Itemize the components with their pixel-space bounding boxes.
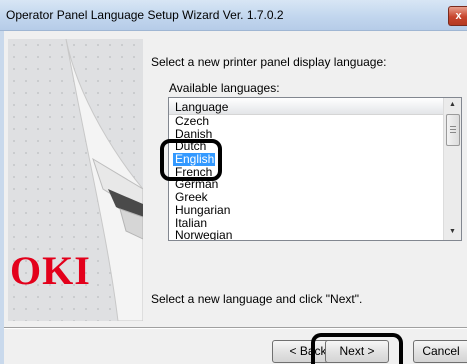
grip-line — [450, 129, 456, 130]
list-item-german[interactable]: German — [173, 178, 441, 191]
close-button[interactable]: x — [448, 6, 467, 26]
list-item-greek[interactable]: Greek — [173, 191, 441, 204]
scroll-thumb[interactable] — [446, 114, 460, 146]
scroll-down-arrow-icon[interactable]: ▼ — [444, 225, 461, 239]
grip-line — [450, 126, 456, 127]
column-header-label: Language — [175, 100, 229, 114]
grip-line — [450, 132, 456, 133]
footer-divider — [4, 327, 467, 329]
list-item-hungarian[interactable]: Hungarian — [173, 204, 441, 217]
close-icon: x — [455, 10, 462, 22]
scroll-up-arrow-icon[interactable]: ▲ — [444, 98, 461, 112]
list-item-czech[interactable]: Czech — [173, 115, 441, 128]
wizard-body: OKI Select a new printer panel display l… — [4, 31, 467, 364]
window-title: Operator Panel Language Setup Wizard Ver… — [6, 8, 284, 22]
instruction-text: Select a new language and click "Next". — [151, 292, 363, 306]
oki-logo: OKI — [10, 248, 91, 293]
language-list[interactable]: Language Czech Danish Dutch English Fren… — [168, 97, 462, 241]
list-scrollbar[interactable]: ▲ ▼ — [443, 98, 461, 240]
language-items: Czech Danish Dutch English French German… — [173, 115, 441, 240]
cancel-button[interactable]: Cancel — [413, 340, 467, 363]
title-bar[interactable]: Operator Panel Language Setup Wizard Ver… — [0, 0, 467, 31]
printer-illustration: OKI — [8, 39, 143, 321]
list-item-danish[interactable]: Danish — [173, 128, 441, 141]
list-item-norwegian[interactable]: Norwegian — [173, 229, 441, 240]
available-languages-label: Available languages: — [169, 81, 280, 95]
list-column-header[interactable]: Language — [169, 98, 443, 115]
list-item-english[interactable]: English — [173, 153, 215, 166]
next-button[interactable]: Next > — [325, 340, 389, 363]
prompt-text: Select a new printer panel display langu… — [151, 55, 387, 69]
